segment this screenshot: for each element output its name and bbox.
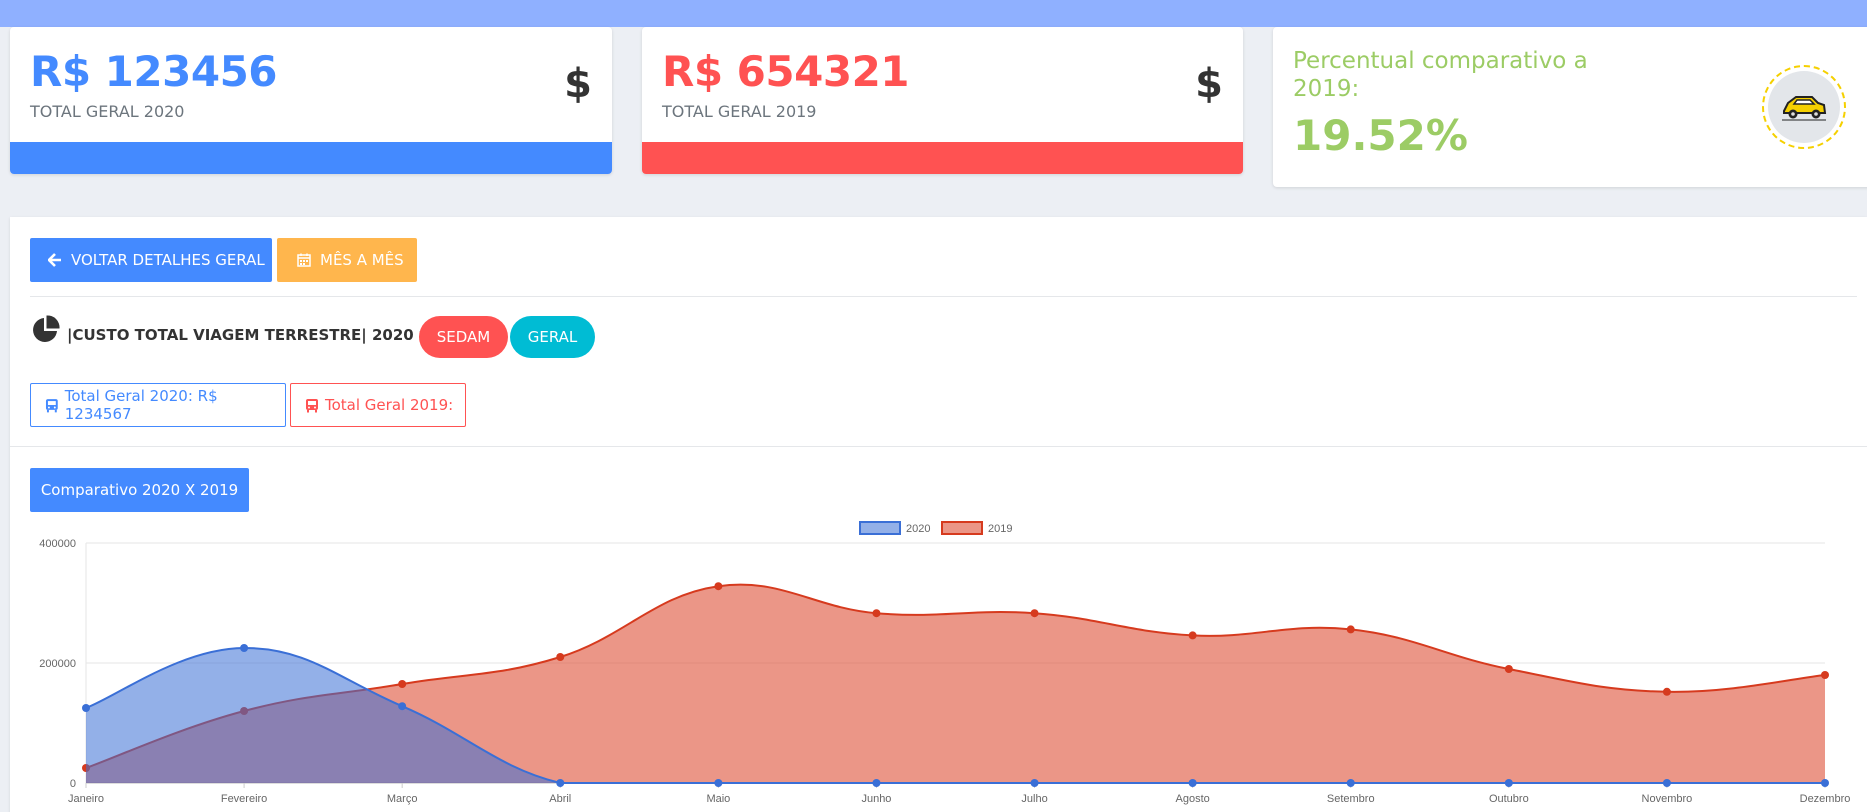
series-2020-point bbox=[1188, 779, 1197, 787]
series-2020-point bbox=[1821, 779, 1829, 787]
series-2019-point bbox=[1188, 631, 1197, 640]
x-tick-label: Janeiro bbox=[68, 793, 104, 805]
series-2019-point bbox=[714, 582, 723, 591]
x-tick-label: Junho bbox=[861, 793, 891, 805]
series-2020-point bbox=[556, 779, 565, 787]
comparison-area-chart: 0 200000 400000 Janeiro Fevereiro Março Abril M… bbox=[39, 521, 1851, 805]
series-2019-point bbox=[1662, 687, 1671, 696]
legend-swatch-2019 bbox=[941, 521, 983, 535]
series-2020-point bbox=[1030, 779, 1039, 787]
x-tick-label: Maio bbox=[706, 793, 730, 805]
x-tick-label: Setembro bbox=[1327, 793, 1375, 805]
x-tick-label: Dezembro bbox=[1800, 793, 1851, 805]
series-2019-point bbox=[1030, 609, 1039, 618]
x-tick-label: Outubro bbox=[1489, 793, 1529, 805]
x-tick-label: Julho bbox=[1021, 793, 1047, 805]
x-tick-label: Fevereiro bbox=[221, 793, 267, 805]
series-2020-point bbox=[82, 704, 90, 712]
x-tick-label: Agosto bbox=[1176, 793, 1210, 805]
series-2019-point bbox=[556, 653, 565, 661]
series-2019-point bbox=[1504, 665, 1513, 673]
x-tick-label: Novembro bbox=[1642, 793, 1693, 805]
series-2019-point bbox=[1346, 625, 1355, 634]
x-tick-label: Março bbox=[387, 793, 418, 805]
y-tick-label: 400000 bbox=[39, 538, 76, 550]
series-2020-point bbox=[1504, 779, 1513, 787]
series-2019-point bbox=[1821, 671, 1829, 679]
legend-label-2020: 2020 bbox=[906, 523, 930, 535]
series-2020-point bbox=[240, 644, 249, 652]
series-2020-point bbox=[872, 779, 881, 787]
y-tick-label: 0 bbox=[70, 778, 76, 790]
series-2020-point bbox=[1346, 779, 1355, 787]
series-2019-point bbox=[398, 680, 407, 688]
series-2019-point bbox=[872, 609, 881, 618]
series-2020-point bbox=[714, 779, 723, 787]
series-2020-point bbox=[398, 702, 407, 711]
y-tick-label: 200000 bbox=[39, 658, 76, 670]
series-2020-point bbox=[1662, 779, 1671, 787]
legend-swatch-2020 bbox=[859, 521, 901, 535]
x-tick-label: Abril bbox=[549, 793, 571, 805]
legend-label-2019: 2019 bbox=[988, 523, 1012, 535]
